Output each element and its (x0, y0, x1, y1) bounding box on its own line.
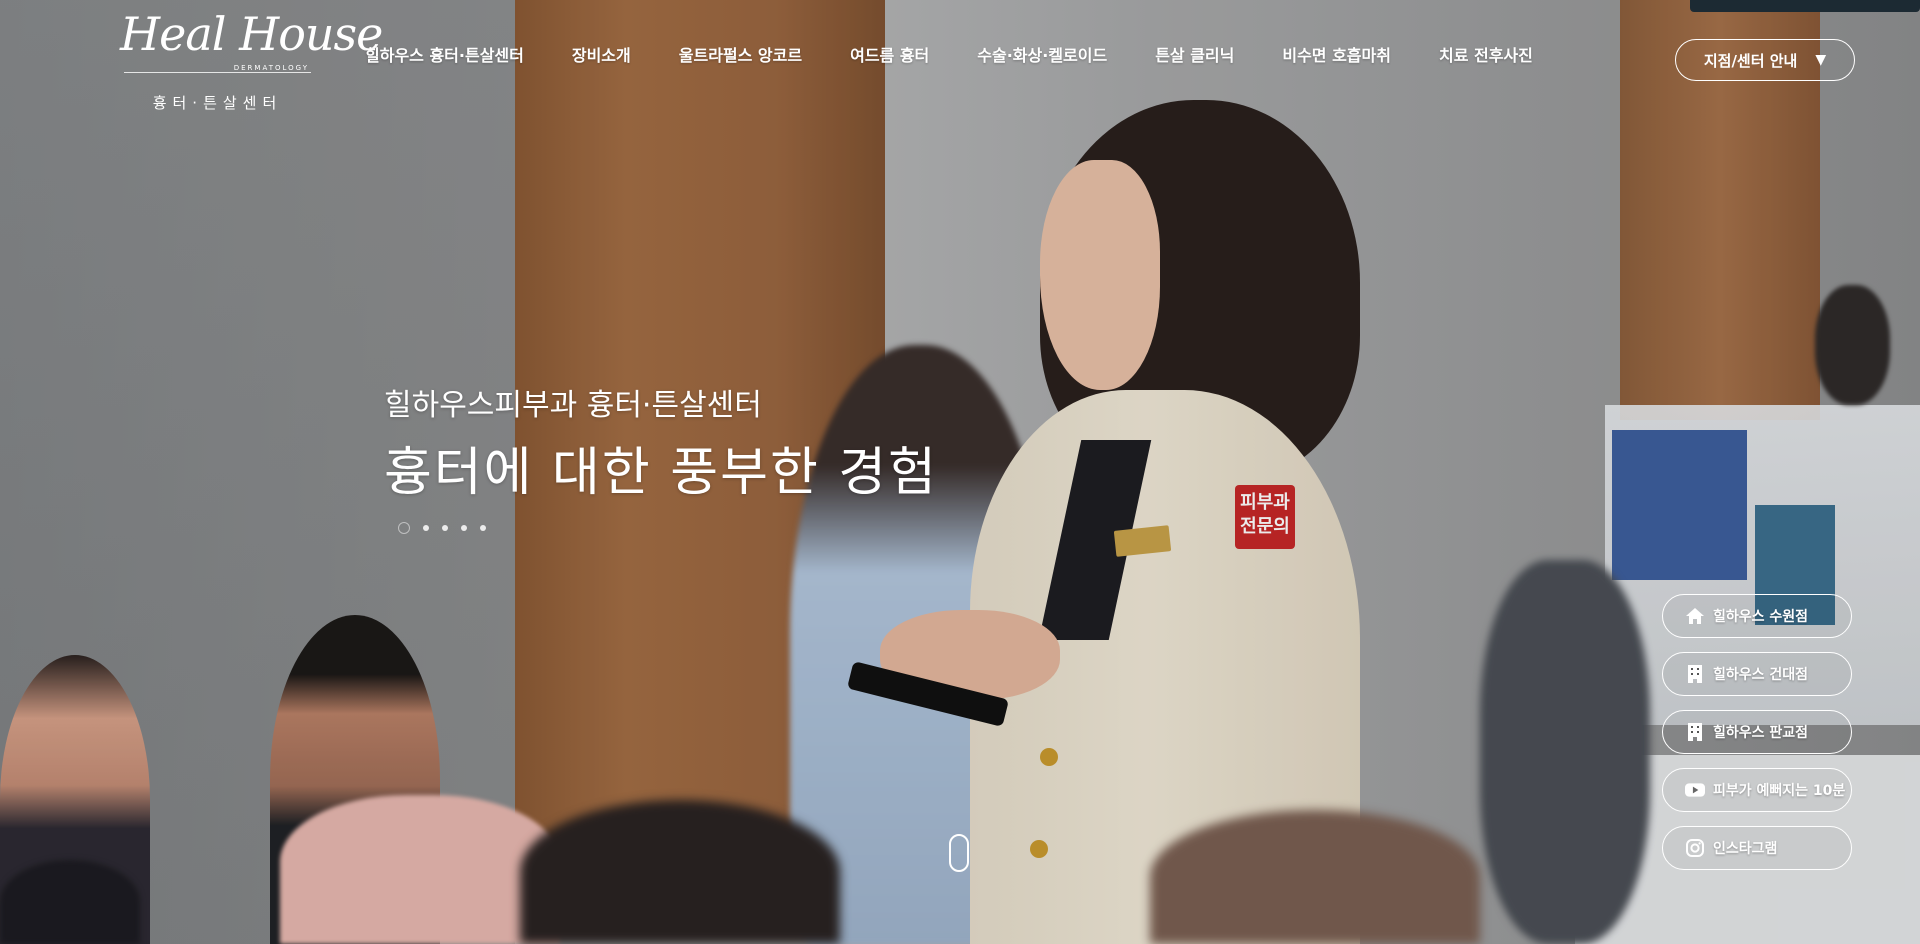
quick-links: 힐하우스 수원점 힐하우스 건대점 힐하우스 판교점 피부가 예뻐지는 10분 … (1662, 594, 1852, 884)
logo-script: Heal House (120, 7, 383, 61)
quick-link-pangyo[interactable]: 힐하우스 판교점 (1662, 710, 1852, 754)
nav-item-equipment[interactable]: 장비소개 (572, 44, 631, 68)
quick-link-label: 힐하우스 판교점 (1713, 725, 1809, 741)
slide-dot-3[interactable] (442, 525, 448, 531)
nav-item-ultrapulse[interactable]: 울트라펄스 앙코르 (679, 44, 802, 68)
quick-link-label: 힐하우스 건대점 (1713, 667, 1809, 683)
quick-link-instagram[interactable]: 인스타그램 (1662, 826, 1852, 870)
nav-item-anesthesia[interactable]: 비수면 호흡마취 (1282, 44, 1391, 68)
main-nav: 힐하우스 흉터·튼살센터 장비소개 울트라펄스 앙코르 여드름 흉터 수술·화상… (365, 44, 1533, 68)
logo-subtitle: DERMATOLOGY (233, 64, 309, 72)
hero-background: 피부과 전문의 (0, 0, 1920, 944)
slide-dot-1[interactable] (398, 522, 410, 534)
scroll-indicator-icon[interactable] (949, 834, 969, 872)
logo-korean: 흉터·튼살센터 (152, 94, 283, 112)
nav-item-before-after[interactable]: 치료 전후사진 (1439, 44, 1533, 68)
slide-dot-4[interactable] (461, 525, 467, 531)
nav-item-stretch-marks[interactable]: 튼살 클리닉 (1155, 44, 1234, 68)
quick-link-label: 힐하우스 수원점 (1713, 609, 1809, 625)
quick-link-label: 피부가 예뻐지는 10분 (1713, 783, 1846, 799)
instagram-icon (1685, 838, 1705, 858)
youtube-icon (1685, 780, 1705, 800)
site-logo[interactable]: Heal House DERMATOLOGY 흉터·튼살센터 (120, 7, 383, 113)
hero-title: 흉터에 대한 풍부한 경험 (384, 443, 938, 503)
photo-overlay (0, 0, 1920, 944)
building-icon (1685, 664, 1705, 684)
nav-item-acne-scar[interactable]: 여드름 흉터 (850, 44, 929, 68)
tv-screen-edge (1690, 0, 1920, 12)
caret-down-icon: ▼ (1815, 52, 1827, 68)
slide-dot-2[interactable] (423, 525, 429, 531)
hero-subtitle: 힐하우스피부과 흉터·튼살센터 (384, 388, 762, 423)
branch-dropdown-button[interactable]: 지점/센터 안내 ▼ (1675, 39, 1855, 81)
quick-link-suwon[interactable]: 힐하우스 수원점 (1662, 594, 1852, 638)
quick-link-youtube[interactable]: 피부가 예뻐지는 10분 (1662, 768, 1852, 812)
logo-divider (124, 72, 311, 73)
quick-link-label: 인스타그램 (1713, 841, 1778, 857)
slide-pagination (398, 522, 486, 534)
quick-link-kondae[interactable]: 힐하우스 건대점 (1662, 652, 1852, 696)
slide-dot-5[interactable] (480, 525, 486, 531)
branch-button-label: 지점/센터 안내 (1703, 51, 1798, 70)
home-icon (1685, 606, 1705, 626)
nav-item-scar-center[interactable]: 힐하우스 흉터·튼살센터 (365, 44, 524, 68)
building-icon (1685, 722, 1705, 742)
nav-item-surgery-burn[interactable]: 수술·화상·켈로이드 (977, 44, 1107, 68)
